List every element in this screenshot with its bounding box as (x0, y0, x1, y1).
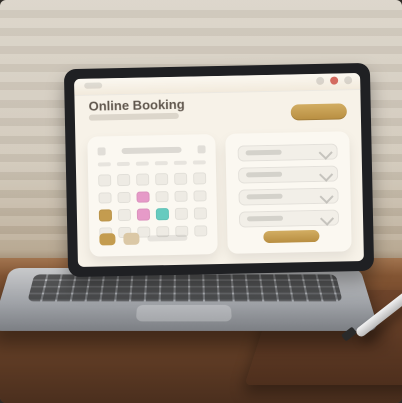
calendar-day (98, 192, 111, 204)
legend-chip (123, 233, 139, 245)
browser-topbar (74, 73, 360, 96)
legend-line (147, 235, 187, 242)
weekday-label (193, 160, 206, 164)
calendar-day (117, 191, 130, 203)
laptop-lid: Online Booking (64, 63, 374, 277)
laptop-base (0, 268, 379, 331)
legend-chip (99, 233, 115, 245)
calendar-day-highlight (137, 208, 150, 220)
calendar-day (174, 173, 187, 185)
calendar-day-highlight (136, 191, 149, 203)
weekday-label (174, 161, 187, 165)
form-select (238, 188, 338, 206)
trackpad (136, 305, 232, 321)
calendar-grid (98, 172, 207, 238)
calendar-day (175, 208, 188, 220)
calendar-weekdays (98, 160, 206, 170)
calendar-footer (99, 230, 207, 246)
keyboard (27, 274, 342, 301)
calendar-day (194, 207, 207, 219)
form-select (238, 166, 338, 184)
laptop-screen: Online Booking (74, 73, 364, 267)
page-subtitle (89, 113, 179, 121)
weekday-label (117, 162, 130, 166)
booking-form-panel (225, 131, 351, 254)
calendar-day (155, 191, 168, 203)
topbar-left-indicator (84, 82, 102, 88)
calendar-day (174, 190, 187, 202)
select-value (246, 150, 282, 156)
calendar-next-icon (197, 145, 205, 153)
booking-header: Online Booking (88, 93, 347, 126)
confirm-button (263, 230, 319, 243)
page-title: Online Booking (88, 97, 184, 114)
chevron-down-icon (320, 190, 334, 204)
select-value (247, 216, 283, 222)
form-select (237, 144, 337, 162)
calendar-month-label (122, 147, 182, 154)
topbar-dot-icon (316, 77, 324, 85)
calendar-day (117, 174, 130, 186)
weekday-label (136, 161, 149, 165)
topbar-right-controls (316, 76, 352, 85)
chevron-down-icon (319, 146, 333, 160)
calendar-header (97, 144, 205, 156)
calendar-day-highlight (156, 208, 169, 220)
calendar-day (193, 190, 206, 202)
calendar-day (98, 174, 111, 186)
calendar-day (136, 173, 149, 185)
calendar-day (118, 209, 131, 221)
photo-frame: Online Booking (0, 0, 402, 403)
form-select (239, 209, 339, 227)
notification-dot-icon (330, 76, 338, 84)
calendar-day-selected (99, 209, 112, 221)
calendar-prev-icon (98, 147, 106, 155)
primary-action-button (291, 103, 347, 120)
profile-dot-icon (344, 76, 352, 84)
chevron-down-icon (320, 212, 334, 226)
weekday-label (98, 162, 111, 166)
calendar-day (155, 173, 168, 185)
calendar-day (193, 172, 206, 184)
calendar-panel (87, 134, 217, 257)
select-value (247, 194, 283, 200)
select-value (246, 172, 282, 178)
weekday-label (155, 161, 168, 165)
chevron-down-icon (319, 168, 333, 182)
